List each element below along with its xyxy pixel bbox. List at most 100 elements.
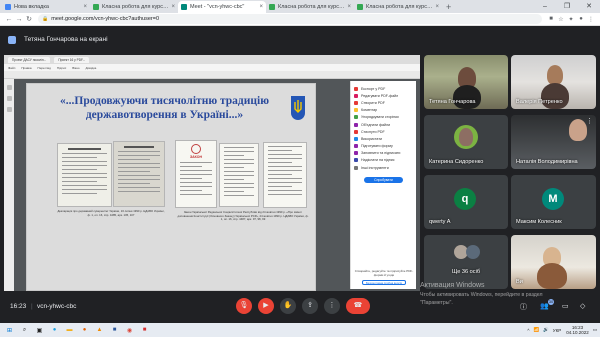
self-view-tile[interactable]: Ви bbox=[511, 235, 596, 289]
tab-close-icon[interactable]: × bbox=[347, 4, 351, 10]
forward-icon[interactable]: → bbox=[14, 16, 24, 23]
try-button[interactable]: Спробувати bbox=[364, 177, 403, 184]
activities-icon[interactable]: ◇ bbox=[580, 302, 585, 310]
thumbnail-icon[interactable] bbox=[6, 85, 12, 90]
attachment-icon[interactable] bbox=[6, 107, 12, 112]
notifications-icon[interactable]: ▭ bbox=[593, 327, 597, 333]
pdf-tool-item[interactable]: Об'єднати файли bbox=[354, 121, 413, 128]
tab-close-icon[interactable]: × bbox=[259, 4, 263, 10]
windows-taskbar: ⊞ ⌕ ▣ ● ▬ ● ▲ ■ ◉ ■ ^ 📶 🔊 УКР 16:23 04.1… bbox=[0, 323, 600, 337]
pdf-menu-item[interactable]: Перегляд bbox=[38, 66, 51, 70]
minimize-icon[interactable]: – bbox=[534, 0, 556, 13]
bookmark-icon[interactable] bbox=[6, 96, 12, 101]
document-image bbox=[263, 142, 307, 208]
firefox-icon[interactable]: ● bbox=[79, 325, 90, 335]
participant-tile[interactable]: M Максим Колесник bbox=[511, 175, 596, 229]
vlc-icon[interactable]: ▲ bbox=[94, 325, 105, 335]
separator: | bbox=[31, 303, 33, 310]
end-call-icon[interactable]: ☎ bbox=[346, 298, 370, 314]
shared-screen: Проект ДАСУ поколін... Проект 16 у PDF..… bbox=[4, 55, 420, 291]
tab-close-icon[interactable]: × bbox=[83, 4, 87, 10]
menu-icon[interactable]: ⋮ bbox=[586, 16, 596, 23]
network-icon[interactable]: 📶 bbox=[534, 327, 540, 333]
pdf-tool-item[interactable]: Упорядкувати сторінки bbox=[354, 114, 413, 121]
start-icon[interactable]: ⊞ bbox=[4, 325, 15, 335]
profile-icon[interactable]: ● bbox=[576, 16, 586, 23]
pdf-tool-item[interactable]: Надіслати на підпис bbox=[354, 157, 413, 164]
task-view-icon[interactable]: ▣ bbox=[34, 325, 45, 335]
edge-icon[interactable]: ● bbox=[49, 325, 60, 335]
participant-tile[interactable]: q qwerty A bbox=[424, 175, 508, 229]
present-icon[interactable]: ⇪ bbox=[302, 298, 318, 314]
participant-video bbox=[569, 119, 587, 141]
file-explorer-icon[interactable]: ▬ bbox=[64, 325, 75, 335]
pdf-tool-label: Підготувати форму bbox=[361, 144, 393, 149]
more-options-icon[interactable]: ⋮ bbox=[324, 298, 340, 314]
extensions-icon[interactable]: ✦ bbox=[566, 16, 576, 23]
participant-tile[interactable]: Катерина Сидоренко bbox=[424, 115, 508, 169]
pdf-tool-item[interactable]: Інші інструменти bbox=[354, 164, 413, 171]
document-image bbox=[57, 143, 112, 207]
more-options-icon[interactable]: ⋮ bbox=[586, 117, 593, 125]
tab-favicon-icon bbox=[181, 4, 187, 10]
maximize-icon[interactable]: ❐ bbox=[556, 0, 578, 13]
reload-icon[interactable]: ↻ bbox=[24, 15, 34, 23]
pdf-tool-item[interactable]: Заповнити та підписати bbox=[354, 150, 413, 157]
pdf-app-icon[interactable]: ■ bbox=[139, 325, 150, 335]
pdf-tab[interactable]: Проект 16 у PDF... bbox=[54, 56, 90, 63]
pdf-tool-icon bbox=[354, 144, 358, 149]
pdf-menu-item[interactable]: Файл bbox=[8, 66, 15, 70]
back-icon[interactable]: ← bbox=[4, 16, 14, 23]
pdf-menu-item[interactable]: Довідка bbox=[86, 66, 97, 70]
browser-tab[interactable]: Класна робота для курсу "ПО"× bbox=[354, 1, 442, 13]
camera-icon[interactable]: ■ bbox=[546, 16, 556, 23]
pdf-tool-icon bbox=[354, 158, 358, 163]
camera-off-icon[interactable]: ▶ bbox=[258, 298, 274, 314]
browser-tab[interactable]: Нова вкладка × bbox=[2, 1, 90, 13]
pdf-tab[interactable]: Проект ДАСУ поколін... bbox=[8, 56, 51, 63]
tray-clock[interactable]: 16:23 04.10.2022 bbox=[566, 325, 589, 335]
tab-close-icon[interactable]: × bbox=[435, 4, 439, 10]
url-input[interactable]: 🔒 meet.google.com/vcn-yhwc-cbc?authuser=… bbox=[38, 14, 542, 24]
pdf-tool-icon bbox=[354, 165, 358, 170]
pdf-menu-item[interactable]: Підпис bbox=[57, 66, 66, 70]
participant-tile[interactable]: Тетяна Гончарова bbox=[424, 55, 508, 109]
pdf-tool-item[interactable]: Створити PDF bbox=[354, 99, 413, 106]
search-icon[interactable]: ⌕ bbox=[19, 325, 30, 335]
pdf-tool-item[interactable]: Стиснути PDF bbox=[354, 128, 413, 135]
more-participants-tile[interactable]: Ще 36 осіб bbox=[424, 235, 508, 289]
pdf-tool-item[interactable]: Коментар bbox=[354, 107, 413, 114]
windows-activation-watermark: Активация Windows Чтобы активировать Win… bbox=[420, 282, 543, 308]
document-heading: ЗАКОН bbox=[189, 155, 203, 159]
volume-icon[interactable]: 🔊 bbox=[543, 327, 549, 333]
new-tab-button[interactable]: + bbox=[446, 1, 451, 13]
tab-close-icon[interactable]: × bbox=[171, 4, 175, 10]
chat-icon[interactable]: ▭ bbox=[562, 302, 569, 310]
participant-name: Максим Колесник bbox=[516, 219, 562, 225]
presenter-text: Тетяна Гончарова на екрані bbox=[24, 36, 108, 43]
pdf-tool-icon bbox=[354, 108, 358, 113]
pdf-tool-item[interactable]: Використати bbox=[354, 135, 413, 142]
close-window-icon[interactable]: ✕ bbox=[578, 0, 600, 13]
raise-hand-icon[interactable]: ✋ bbox=[280, 298, 296, 314]
pdf-tool-item[interactable]: Підготувати форму bbox=[354, 143, 413, 150]
participant-tile[interactable]: ⋮ Наталія Володимирівна bbox=[511, 115, 596, 169]
pdf-menu-item[interactable]: Вікно bbox=[72, 66, 79, 70]
browser-tab[interactable]: Класна робота для курсу "ПО"× bbox=[90, 1, 178, 13]
pdf-menu-item[interactable]: Правка bbox=[21, 66, 31, 70]
pdf-tool-item[interactable]: Редагувати PDF-файл bbox=[354, 92, 413, 99]
browser-tab[interactable]: Класна робота для курсу "ПО"× bbox=[266, 1, 354, 13]
star-icon[interactable]: ☆ bbox=[556, 16, 566, 23]
participant-tile[interactable]: Валерія Петренко bbox=[511, 55, 596, 109]
free-trial-button[interactable]: Безкоштовна пробна версія bbox=[362, 280, 406, 285]
pdf-tool-label: Редагувати PDF-файл bbox=[361, 93, 399, 98]
browser-tab[interactable]: Meet - "vcn-yhwc-cbc" × bbox=[178, 1, 266, 13]
language-indicator[interactable]: УКР bbox=[553, 328, 561, 333]
pdf-tool-item[interactable]: Експорт у PDF bbox=[354, 85, 413, 92]
chrome-icon[interactable]: ◉ bbox=[124, 325, 135, 335]
word-icon[interactable]: ■ bbox=[109, 325, 120, 335]
mic-off-icon[interactable]: 🎙 bbox=[236, 298, 252, 314]
watermark-text: Чтобы активировать Windows, перейдите в … bbox=[420, 291, 543, 298]
tray-chevron-icon[interactable]: ^ bbox=[527, 328, 529, 333]
document-image bbox=[219, 143, 259, 207]
